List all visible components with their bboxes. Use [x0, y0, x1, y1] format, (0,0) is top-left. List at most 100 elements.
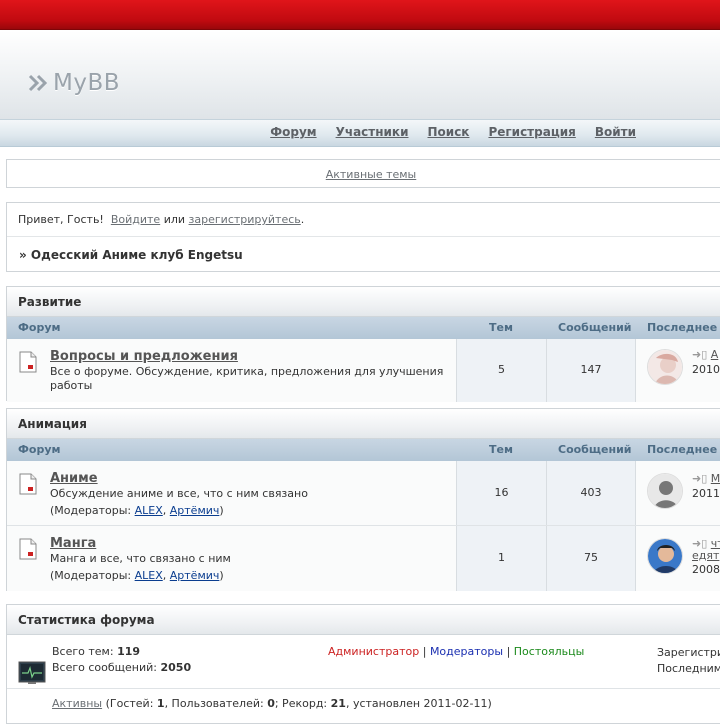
last-post-link[interactable]: М: [711, 472, 720, 485]
moderator-link-alex[interactable]: ALEX: [135, 569, 163, 582]
posts-count-cell: 147: [547, 339, 636, 402]
menu-members-link[interactable]: Участники: [336, 125, 409, 139]
welcome-box: Привет, Гость! Войдите или зарегистрируй…: [6, 202, 720, 272]
col-posts: Сообщений: [558, 321, 632, 334]
welcome-line: Привет, Гость! Войдите или зарегистрируй…: [18, 213, 304, 226]
stats-posts-line: Всего сообщений: 2050: [52, 661, 191, 674]
groups-legend: Администратор | Модераторы | Постояльцы: [328, 645, 584, 658]
threads-count: 16: [494, 486, 509, 499]
forum-row: Манга Манга и все, что связано с ним (Мо…: [7, 526, 720, 591]
moderator-link-alex[interactable]: ALEX: [135, 504, 163, 517]
or-text: или: [163, 213, 186, 226]
go-to-post-icon[interactable]: ➜▯: [692, 348, 707, 361]
col-last: Последнее: [647, 443, 718, 456]
logo-text: MyBB: [53, 70, 121, 96]
last-post-date: 2010: [692, 363, 720, 376]
last-post-cell: ➜▯ А 2010: [636, 339, 720, 402]
last-post-date: 2011: [692, 487, 720, 500]
user-photo-avatar-icon: [648, 539, 682, 573]
welcome-divider: [7, 236, 720, 237]
moderator-link-artemich[interactable]: Артёмич: [170, 504, 220, 517]
stats-right-info: Зарегистри Последним: [657, 645, 720, 677]
forum-new-icon: [19, 473, 37, 495]
forum-new-icon: [19, 538, 37, 560]
group-admin: Администратор: [328, 645, 420, 658]
threads-count-cell: 16: [457, 461, 547, 525]
category-animaciya: Анимация Форум Тем Сообщений Последнее А…: [6, 408, 720, 591]
group-regulars: Постояльцы: [513, 645, 585, 658]
register-link[interactable]: зарегистрируйтесь: [189, 213, 301, 226]
last-post-cell: ➜▯ чт едят 2008: [636, 526, 720, 591]
online-link[interactable]: Активны: [52, 697, 102, 710]
user-avatar-icon: [648, 350, 682, 384]
mods-label: (Модераторы:: [50, 569, 132, 582]
login-link[interactable]: Войдите: [111, 213, 160, 226]
mybb-logo[interactable]: MyBB: [28, 68, 120, 98]
registered-info: Зарегистри: [657, 646, 720, 659]
group-separator: |: [422, 645, 427, 658]
stats-threads-line: Всего тем: 119: [52, 645, 140, 658]
active-threads-link[interactable]: Активные темы: [326, 168, 417, 181]
forum-cell: Манга Манга и все, что связано с ним (Мо…: [7, 526, 457, 591]
col-posts: Сообщений: [558, 443, 632, 456]
online-line: Активны (Гостей: 1, Пользователей: 0; Ре…: [52, 697, 492, 710]
forum-title-link[interactable]: Аниме: [50, 471, 98, 486]
menu-register-link[interactable]: Регистрация: [488, 125, 575, 139]
avatar[interactable]: [647, 538, 683, 574]
online-text: , Пользователей:: [164, 697, 264, 710]
posts-count: 147: [580, 363, 602, 376]
category-title[interactable]: Анимация: [7, 409, 720, 439]
period-text: .: [300, 213, 305, 226]
forum-title-link[interactable]: Манга: [50, 536, 96, 551]
col-forum: Форум: [18, 321, 61, 334]
header: MyBB: [0, 31, 720, 119]
forum-new-icon: [19, 351, 37, 373]
forum-description: Обсуждение аниме и все, что с ним связан…: [50, 487, 450, 518]
forum-description: Все о форуме. Обсуждение, критика, предл…: [50, 365, 444, 392]
forum-cell: Аниме Обсуждение аниме и все, что с ним …: [7, 461, 457, 525]
last-post-line: ➜▯ А: [692, 348, 718, 361]
default-avatar-icon: [648, 474, 682, 508]
posts-total-label: Всего сообщений:: [52, 661, 157, 674]
guests-count: 1: [156, 697, 165, 710]
main-menu: Форум Участники Поиск Регистрация Войти: [270, 125, 636, 139]
active-threads-box: Активные темы: [6, 159, 720, 188]
last-post-line: ➜▯ М: [692, 472, 720, 485]
posts-count: 75: [584, 551, 598, 564]
double-chevron-icon: [28, 74, 48, 92]
last-member-info: Последним: [657, 662, 720, 675]
threads-count-cell: 5: [457, 339, 547, 402]
online-text: , установлен 2011-02-11): [345, 697, 492, 710]
col-threads: Тем: [489, 443, 513, 456]
column-headers: Форум Тем Сообщений Последнее: [7, 439, 720, 461]
moderator-link-artemich[interactable]: Артёмич: [170, 569, 220, 582]
last-post-link[interactable]: А: [711, 348, 719, 361]
online-text: ; Рекорд:: [274, 697, 328, 710]
posts-total-value: 2050: [160, 661, 192, 674]
stats-body: Всего тем: 119 Всего сообщений: 2050 Адм…: [7, 635, 720, 689]
threads-count: 1: [498, 551, 505, 564]
avatar[interactable]: [647, 349, 683, 385]
stats-title: Статистика форума: [7, 605, 720, 635]
forum-cell: Вопросы и предложения Все о форуме. Обсу…: [7, 339, 457, 402]
threads-count-cell: 1: [457, 526, 547, 591]
last-post-cell: ➜▯ М 2011: [636, 461, 720, 525]
threads-count: 5: [498, 363, 505, 376]
greeting-text: Привет, Гость!: [18, 213, 104, 226]
forum-row: Аниме Обсуждение аниме и все, что с ним …: [7, 461, 720, 526]
breadcrumb: » Одесский Аниме клуб Engetsu: [19, 248, 243, 262]
avatar[interactable]: [647, 473, 683, 509]
forum-title-link[interactable]: Вопросы и предложения: [50, 349, 238, 364]
category-title[interactable]: Развитие: [7, 287, 720, 317]
last-post-title-cont: едят: [692, 549, 719, 562]
go-to-post-icon[interactable]: ➜▯: [692, 472, 707, 485]
online-text: (Гостей:: [105, 697, 154, 710]
record-count: 21: [330, 697, 346, 710]
posts-count-cell: 403: [547, 461, 636, 525]
menu-login-link[interactable]: Войти: [595, 125, 636, 139]
users-count: 0: [267, 697, 275, 710]
menu-search-link[interactable]: Поиск: [428, 125, 470, 139]
menu-forum-link[interactable]: Форум: [270, 125, 316, 139]
category-razvitie: Развитие Форум Тем Сообщений Последнее В…: [6, 286, 720, 402]
last-post-link-cont[interactable]: едят: [692, 549, 719, 562]
